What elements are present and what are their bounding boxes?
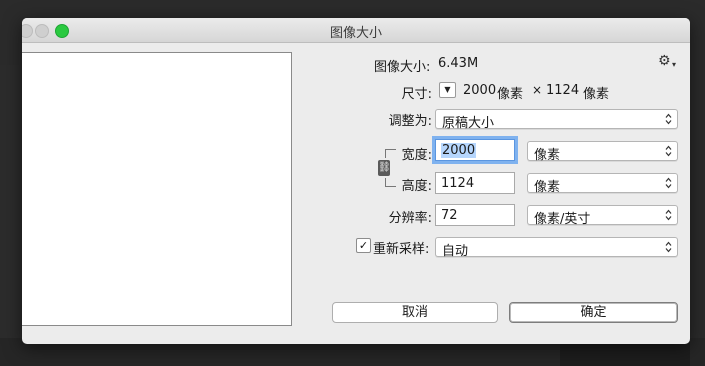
dimensions-width-value: 2000 — [463, 83, 497, 98]
width-input[interactable]: 2000 — [435, 139, 515, 161]
dimensions-label: 尺寸: — [401, 87, 432, 102]
title-bar: 图像大小 — [22, 18, 690, 43]
chevron-updown-icon — [665, 209, 672, 221]
chevron-updown-icon — [665, 113, 672, 125]
fit-to-label: 调整为: — [388, 114, 432, 129]
height-unit-select[interactable]: 像素 — [527, 173, 678, 195]
height-value: 1124 — [441, 176, 475, 191]
gear-icon[interactable]: ⚙ — [658, 53, 671, 69]
resolution-input[interactable]: 72 — [435, 204, 515, 226]
image-preview[interactable] — [22, 52, 292, 326]
background-panel — [0, 65, 22, 366]
resample-checkbox[interactable]: ✓ — [356, 238, 371, 253]
image-size-value: 6.43M — [438, 56, 479, 71]
resolution-unit-select[interactable]: 像素/英寸 — [527, 205, 678, 227]
fit-to-value: 原稿大小 — [442, 116, 495, 131]
dimensions-height-value: 1124 — [546, 83, 580, 98]
chevron-updown-icon — [665, 177, 672, 189]
width-value: 2000 — [441, 143, 477, 158]
resolution-value: 72 — [441, 208, 458, 223]
width-label: 宽度: — [401, 148, 432, 163]
width-unit-value: 像素 — [534, 148, 561, 163]
resolution-unit-value: 像素/英寸 — [534, 212, 591, 227]
resample-method-value: 自动 — [442, 244, 469, 259]
dimensions-separator: × — [532, 83, 543, 97]
height-unit-value: 像素 — [534, 180, 561, 195]
ok-button[interactable]: 确定 — [509, 302, 678, 323]
resample-method-select[interactable]: 自动 — [435, 237, 678, 259]
resample-label: 重新采样: — [373, 242, 430, 257]
height-label: 高度: — [401, 179, 432, 194]
width-unit-select[interactable]: 像素 — [527, 141, 678, 163]
chevron-updown-icon — [665, 241, 672, 253]
window-title: 图像大小 — [329, 26, 382, 41]
fit-to-select[interactable]: 原稿大小 — [435, 109, 678, 131]
dimensions-height-unit: 像素 — [583, 87, 610, 102]
resolution-label: 分辨率: — [388, 211, 432, 226]
chevron-updown-icon — [665, 145, 672, 157]
height-input[interactable]: 1124 — [435, 172, 515, 194]
dimensions-width-unit: 像素 — [497, 87, 524, 102]
chevron-down-icon[interactable]: ▾ — [672, 60, 676, 69]
image-size-dialog: 图像大小 图像大小: 6.43M ⚙ ▾ 尺寸: ▼ 2000 像素 × 112… — [22, 18, 690, 344]
dimensions-unit-dropdown[interactable]: ▼ — [439, 82, 456, 98]
image-size-label: 图像大小: — [374, 60, 431, 75]
cancel-button[interactable]: 取消 — [332, 302, 498, 323]
